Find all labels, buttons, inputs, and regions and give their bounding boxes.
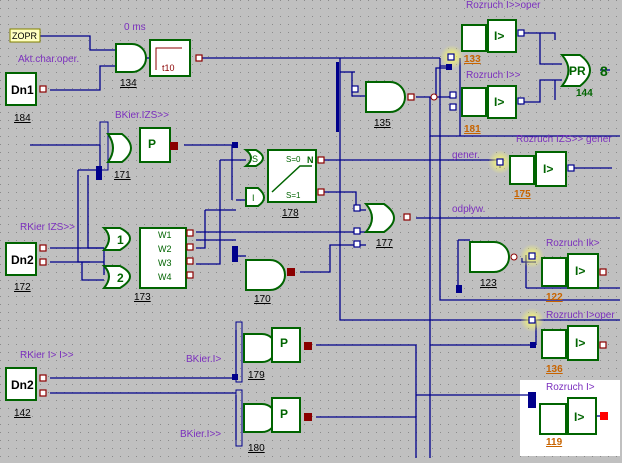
svg-text:123: 123 — [480, 278, 497, 289]
svg-text:Dn2: Dn2 — [11, 378, 34, 392]
svg-text:184: 184 — [14, 113, 31, 124]
svg-text:133: 133 — [464, 54, 481, 65]
svg-text:W4: W4 — [158, 272, 172, 282]
svg-text:173: 173 — [134, 292, 151, 303]
label-bkier-i: BKier.I> — [186, 354, 221, 365]
label-gener: gener. — [452, 150, 480, 161]
svg-text:119: 119 — [546, 437, 563, 448]
svg-text:PR: PR — [569, 64, 586, 78]
svg-text:171: 171 — [114, 170, 131, 181]
label-rozruch-i: Rozruch I> — [546, 382, 595, 393]
svg-text:122: 122 — [546, 292, 563, 303]
svg-text:2: 2 — [117, 271, 124, 285]
svg-text:N: N — [307, 155, 314, 165]
svg-text:I>: I> — [543, 162, 553, 176]
label-zero-ms: 0 ms — [124, 22, 146, 33]
svg-text:W3: W3 — [158, 258, 172, 268]
svg-text:P: P — [280, 407, 288, 421]
label-rozruch-izs-gener: Rozruch IZS>> gener — [516, 134, 612, 145]
svg-text:170: 170 — [254, 294, 271, 305]
svg-text:I>: I> — [574, 410, 584, 424]
svg-text:Dn2: Dn2 — [11, 253, 34, 267]
svg-text:135: 135 — [374, 118, 391, 129]
svg-text:181: 181 — [464, 124, 481, 135]
svg-text:1: 1 — [117, 233, 124, 247]
svg-text:P: P — [280, 336, 288, 350]
svg-text:179: 179 — [248, 370, 265, 381]
svg-text:142: 142 — [14, 408, 31, 419]
svg-text:S: S — [252, 154, 258, 164]
svg-text:8: 8 — [600, 63, 608, 79]
label-rozruch-ik: Rozruch Ik> — [546, 238, 600, 249]
svg-text:178: 178 — [282, 208, 299, 219]
svg-text:144: 144 — [576, 88, 593, 99]
logic-diagram-canvas[interactable]: Dn1 184 Dn2 172 Dn2 142 ZOPR 134 t10 135… — [0, 0, 622, 458]
svg-text:I>: I> — [494, 95, 504, 109]
svg-text:I>: I> — [494, 29, 504, 43]
svg-text:I: I — [252, 193, 255, 203]
timer-block[interactable]: t10 — [149, 39, 191, 77]
svg-text:P: P — [148, 137, 156, 151]
svg-text:S=0: S=0 — [286, 155, 301, 164]
label-bkier-izs: BKier.IZS>> — [115, 110, 169, 121]
bus-bar — [336, 62, 339, 132]
label-rozruch-i-oper: Rozruch I>oper — [546, 310, 615, 321]
label-rkier-izs: RKier IZS>> — [20, 222, 75, 233]
label-rozruch-ii: Rozruch I>> — [466, 70, 521, 81]
svg-text:t10: t10 — [162, 63, 175, 73]
svg-text:I>: I> — [575, 264, 585, 278]
svg-text:S=1: S=1 — [286, 191, 301, 200]
svg-text:Dn1: Dn1 — [11, 83, 34, 97]
zopr-input[interactable]: ZOPR — [9, 28, 41, 43]
label-odplyw: odpływ. — [452, 204, 485, 215]
svg-text:136: 136 — [546, 364, 563, 375]
svg-text:I>: I> — [575, 336, 585, 350]
svg-text:180: 180 — [248, 443, 265, 454]
svg-text:W2: W2 — [158, 244, 172, 254]
svg-text:134: 134 — [120, 78, 137, 89]
svg-text:177: 177 — [376, 238, 393, 249]
label-akt-char: Akt.char.oper. — [18, 54, 79, 65]
svg-text:175: 175 — [514, 189, 531, 200]
label-rkier-ii: RKier I> I>> — [20, 350, 74, 361]
label-rozruch-ii-oper: Rozruch I>>oper — [466, 0, 541, 11]
svg-text:W1: W1 — [158, 230, 172, 240]
label-bkier-ii: BKier.I>> — [180, 429, 221, 440]
svg-text:172: 172 — [14, 282, 31, 293]
diagram-svg[interactable]: Dn1 184 Dn2 172 Dn2 142 ZOPR 134 t10 135… — [0, 0, 622, 458]
svg-text:ZOPR: ZOPR — [12, 31, 38, 41]
